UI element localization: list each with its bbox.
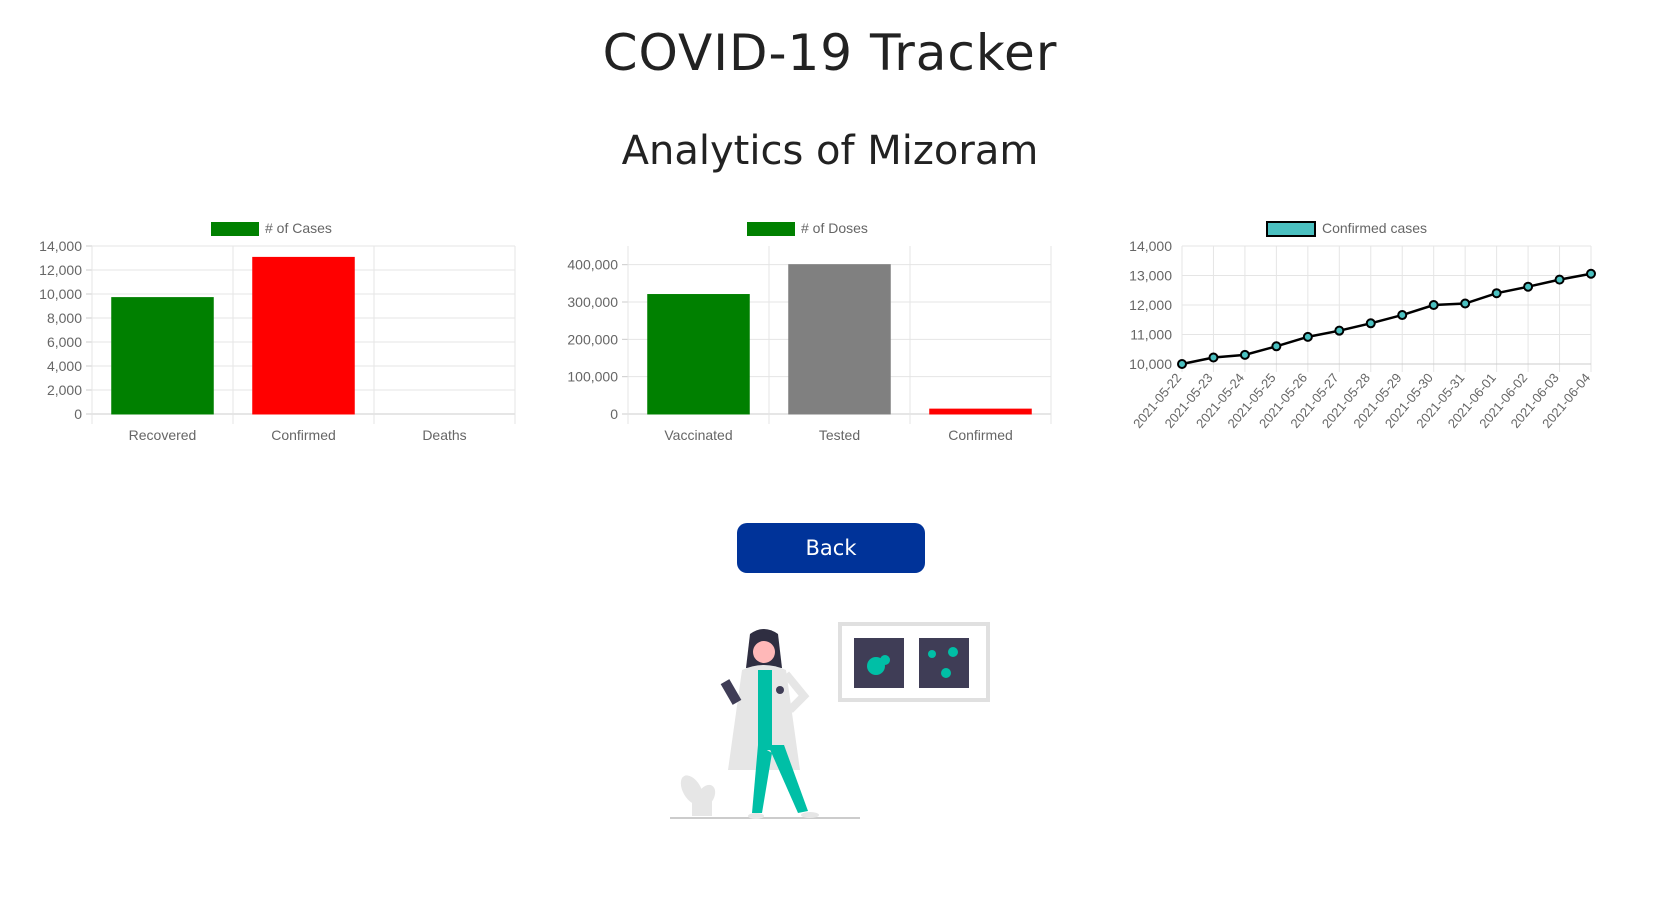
data-point: [1239, 349, 1250, 360]
x-tick-label: Tested: [819, 427, 860, 443]
data-point: [1208, 352, 1219, 363]
doctor-illustration: [670, 620, 1000, 844]
legend-swatch: [747, 222, 795, 236]
cases-bar-chart: # of Cases 0 2,000 4,000 6,000 8,000 10,000 12,…: [39, 220, 516, 443]
legend-label: # of Cases: [265, 220, 332, 236]
data-point: [1491, 288, 1502, 299]
page-title: COVID-19 Tracker: [602, 24, 1058, 82]
data-point: [1271, 341, 1282, 352]
bar: [647, 294, 750, 415]
x-tick-label: Deaths: [422, 427, 466, 443]
data-point: [1397, 310, 1408, 321]
data-point: [1586, 268, 1596, 279]
x-tick-label: Confirmed: [948, 427, 1013, 443]
y-tick-label: 300,000: [567, 294, 618, 310]
y-tick-label: 10,000: [39, 286, 82, 302]
doctor-with-xray-icon: [670, 622, 990, 819]
data-point: [1523, 281, 1534, 292]
legend-swatch: [1266, 221, 1316, 237]
y-tick-label: 6,000: [47, 334, 82, 350]
page-subtitle: Analytics of Mizoram: [621, 128, 1039, 174]
data-point: [1460, 298, 1471, 309]
y-tick-label: 8,000: [47, 310, 82, 326]
y-tick-label: 200,000: [567, 331, 618, 347]
data-point: [1365, 318, 1376, 329]
y-tick-label: 12,000: [1129, 297, 1172, 313]
chart-legend: Confirmed cases: [1266, 220, 1427, 237]
y-tick-label: 0: [74, 406, 82, 422]
bar: [788, 264, 891, 415]
legend-swatch: [211, 222, 259, 236]
doses-bar-chart: # of Doses 0 100,000 200,000 300,000 400,000 V…: [567, 220, 1052, 443]
bar: [929, 408, 1032, 415]
x-tick-label: Vaccinated: [664, 427, 732, 443]
y-tick-label: 10,000: [1129, 356, 1172, 372]
y-tick-label: 0: [610, 406, 618, 422]
y-tick-label: 14,000: [39, 238, 82, 254]
data-point: [1302, 331, 1313, 342]
confirmed-line-chart: Confirmed cases 10,000 11,000 12,000 13,000 1…: [1129, 220, 1596, 431]
x-tick-label: Recovered: [129, 427, 197, 443]
legend-label: Confirmed cases: [1322, 220, 1427, 236]
y-tick-label: 11,000: [1130, 327, 1172, 343]
back-button[interactable]: Back: [737, 523, 925, 573]
y-tick-label: 4,000: [47, 358, 82, 374]
doses-chart: # of Doses 0 100,000 200,000 300,000 400,000 V…: [566, 220, 1086, 472]
legend-label: # of Doses: [801, 220, 868, 236]
chart-legend: # of Doses: [747, 220, 868, 236]
x-tick-label: Confirmed: [271, 427, 336, 443]
data-point: [1334, 325, 1345, 336]
y-tick-label: 400,000: [567, 257, 618, 273]
data-point: [1428, 300, 1439, 310]
cases-chart: # of Cases 0 2,000 4,000 6,000 8,000 10,000 12,…: [30, 220, 550, 472]
confirmed-trend-chart: Confirmed cases 10,000 11,000 12,000 13,000 1…: [1106, 220, 1626, 482]
data-point: [1177, 359, 1187, 369]
bar: [252, 256, 355, 415]
y-tick-label: 14,000: [1129, 238, 1172, 254]
data-point: [1554, 274, 1565, 285]
y-tick-label: 12,000: [39, 262, 82, 278]
bar: [111, 297, 214, 415]
y-tick-label: 13,000: [1129, 268, 1172, 284]
chart-legend: # of Cases: [211, 220, 332, 236]
y-tick-label: 100,000: [567, 369, 618, 385]
y-tick-label: 2,000: [47, 382, 82, 398]
